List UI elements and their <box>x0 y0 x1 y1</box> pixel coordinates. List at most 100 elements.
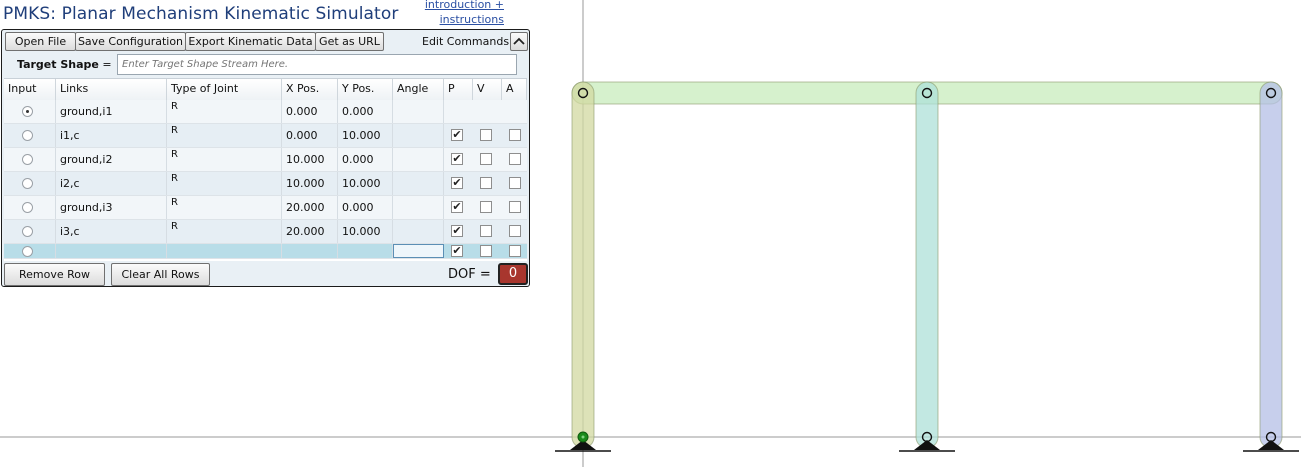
input-cell[interactable] <box>4 148 56 171</box>
a-checkbox[interactable] <box>509 177 521 189</box>
get-as-url-button[interactable]: Get as URL <box>315 32 384 51</box>
links-cell[interactable] <box>56 244 167 258</box>
a-checkbox[interactable] <box>509 201 521 213</box>
links-cell[interactable]: i2,c <box>56 172 167 195</box>
header-y[interactable]: Y Pos. <box>338 79 393 100</box>
input-cell[interactable] <box>4 172 56 195</box>
type-cell[interactable]: R <box>167 148 282 171</box>
x-cell[interactable]: 10.000 <box>282 148 338 171</box>
help-link-line1[interactable]: introduction + <box>418 0 504 12</box>
angle-cell[interactable] <box>393 124 444 147</box>
input-cell[interactable] <box>4 124 56 147</box>
type-cell[interactable]: R <box>167 196 282 219</box>
type-cell[interactable]: R <box>167 172 282 195</box>
header-angle[interactable]: Angle <box>393 79 444 100</box>
p-checkbox[interactable]: ✔ <box>451 201 463 213</box>
header-p[interactable]: P <box>444 79 473 100</box>
angle-cell[interactable] <box>393 244 444 258</box>
remove-row-button[interactable]: Remove Row <box>4 263 105 286</box>
y-cell[interactable]: 10.000 <box>338 220 393 243</box>
page-title: PMKS: Planar Mechanism Kinematic Simulat… <box>3 4 399 24</box>
v-checkbox[interactable] <box>480 245 492 257</box>
type-cell[interactable]: R <box>167 220 282 243</box>
a-checkbox[interactable] <box>509 129 521 141</box>
input-cell[interactable] <box>4 244 56 258</box>
links-cell[interactable]: i3,c <box>56 220 167 243</box>
y-cell[interactable]: 0.000 <box>338 196 393 219</box>
help-link[interactable]: introduction + instructions <box>418 0 504 27</box>
joint-table-panel: Open File Save Configuration Export Kine… <box>1 29 530 287</box>
a-checkbox[interactable] <box>509 153 521 165</box>
open-file-button[interactable]: Open File <box>5 32 76 51</box>
v-checkbox[interactable] <box>480 129 492 141</box>
help-link-line2[interactable]: instructions <box>418 12 504 27</box>
angle-cell[interactable] <box>393 196 444 219</box>
dof-label: DOF = <box>448 267 491 282</box>
input-cell[interactable] <box>4 100 56 123</box>
table-row[interactable]: ground,i1 R 0.000 0.000 <box>4 100 527 124</box>
v-checkbox[interactable] <box>480 201 492 213</box>
table-row[interactable]: i2,c R 10.000 10.000 ✔ <box>4 172 527 196</box>
x-cell[interactable]: 20.000 <box>282 220 338 243</box>
angle-cell[interactable] <box>393 220 444 243</box>
x-cell[interactable]: 10.000 <box>282 172 338 195</box>
joint-table: Input Links Type of Joint X Pos. Y Pos. … <box>4 78 527 261</box>
p-checkbox[interactable]: ✔ <box>451 225 463 237</box>
input-cell[interactable] <box>4 220 56 243</box>
target-shape-label-text: Target Shape <box>17 58 99 71</box>
clear-all-rows-button[interactable]: Clear All Rows <box>111 263 210 286</box>
x-cell[interactable]: 0.000 <box>282 100 338 123</box>
type-cell[interactable] <box>167 244 282 258</box>
table-row[interactable]: ground,i3 R 20.000 0.000 ✔ <box>4 196 527 220</box>
header-v[interactable]: V <box>473 79 502 100</box>
x-cell[interactable]: 20.000 <box>282 196 338 219</box>
target-shape-label: Target Shape = <box>17 58 112 71</box>
target-shape-input[interactable] <box>117 54 517 75</box>
v-checkbox[interactable] <box>480 177 492 189</box>
v-checkbox[interactable] <box>480 225 492 237</box>
links-cell[interactable]: ground,i1 <box>56 100 167 123</box>
link-i3[interactable] <box>1259 81 1283 449</box>
y-cell[interactable]: 0.000 <box>338 100 393 123</box>
chevron-up-icon <box>513 37 525 45</box>
y-cell[interactable]: 10.000 <box>338 172 393 195</box>
header-type[interactable]: Type of Joint <box>167 79 282 100</box>
export-kinematic-data-button[interactable]: Export Kinematic Data <box>185 32 316 51</box>
x-cell[interactable] <box>282 244 338 258</box>
p-checkbox[interactable]: ✔ <box>451 177 463 189</box>
header-a[interactable]: A <box>502 79 527 100</box>
table-row[interactable]: i1,c R 0.000 10.000 ✔ <box>4 124 527 148</box>
type-cell[interactable]: R <box>167 100 282 123</box>
links-cell[interactable]: i1,c <box>56 124 167 147</box>
angle-cell[interactable] <box>393 100 444 123</box>
table-row[interactable]: i3,c R 20.000 10.000 ✔ <box>4 220 527 244</box>
header-x[interactable]: X Pos. <box>282 79 338 100</box>
dof-value: 0 <box>498 263 528 285</box>
input-cell[interactable] <box>4 196 56 219</box>
v-checkbox[interactable] <box>480 153 492 165</box>
a-checkbox[interactable] <box>509 245 521 257</box>
table-row[interactable]: ground,i2 R 10.000 0.000 ✔ <box>4 148 527 172</box>
new-joint-row[interactable]: ✔ <box>4 244 527 259</box>
angle-cell[interactable] <box>393 148 444 171</box>
links-cell[interactable]: ground,i3 <box>56 196 167 219</box>
link-i2[interactable] <box>915 81 939 449</box>
header-input[interactable]: Input <box>4 79 56 100</box>
p-checkbox[interactable]: ✔ <box>451 129 463 141</box>
target-shape-equals: = <box>98 58 112 71</box>
collapse-button[interactable] <box>510 32 528 51</box>
type-cell[interactable]: R <box>167 124 282 147</box>
p-checkbox[interactable]: ✔ <box>451 153 463 165</box>
a-checkbox[interactable] <box>509 225 521 237</box>
x-cell[interactable]: 0.000 <box>282 124 338 147</box>
links-cell[interactable]: ground,i2 <box>56 148 167 171</box>
y-cell[interactable]: 0.000 <box>338 148 393 171</box>
input-joint-center <box>581 435 585 439</box>
save-configuration-button[interactable]: Save Configuration <box>75 32 186 51</box>
angle-cell[interactable] <box>393 172 444 195</box>
y-cell[interactable]: 10.000 <box>338 124 393 147</box>
header-links[interactable]: Links <box>56 79 167 100</box>
link-i1[interactable] <box>571 81 595 449</box>
p-checkbox[interactable]: ✔ <box>451 245 463 257</box>
y-cell[interactable] <box>338 244 393 258</box>
